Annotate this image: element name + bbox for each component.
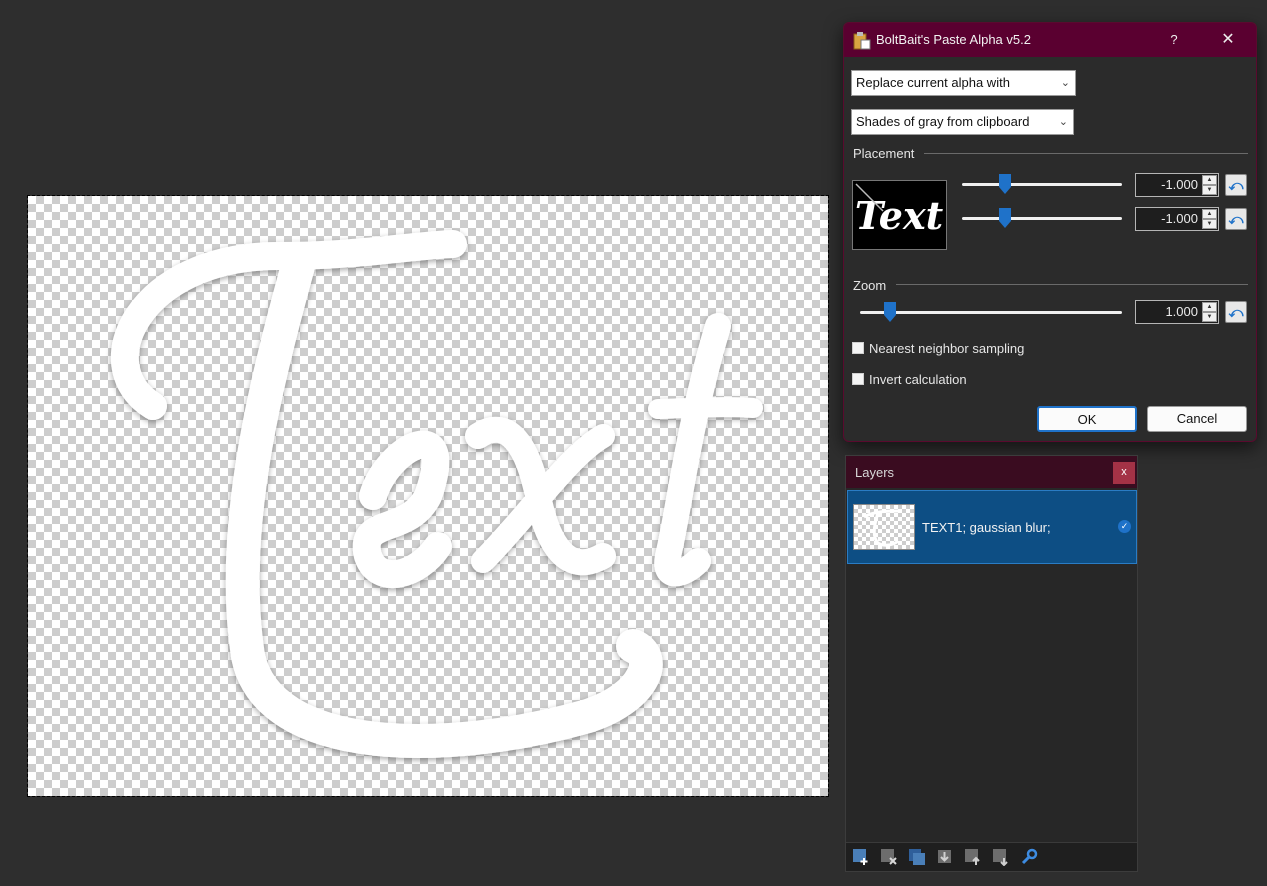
layer-name: TEXT1; gaussian blur; xyxy=(922,520,1051,535)
decrement-icon[interactable]: ▼ xyxy=(1202,312,1217,322)
placement-x-value: -1.000 xyxy=(1161,177,1198,192)
layers-header[interactable]: Layers x xyxy=(846,456,1137,488)
checkbox-box[interactable] xyxy=(852,342,864,354)
decrement-icon[interactable]: ▼ xyxy=(1202,185,1217,195)
layer-row[interactable]: TEXT1; gaussian blur; ✓ xyxy=(847,490,1137,564)
alpha-source-value: Shades of gray from clipboard xyxy=(856,114,1030,129)
image-canvas[interactable] xyxy=(27,195,829,797)
placement-x-track[interactable] xyxy=(962,183,1122,186)
reset-x-button[interactable]: ⤺ xyxy=(1225,174,1247,196)
dialog-titlebar[interactable]: BoltBait's Paste Alpha v5.2 ? ✕ xyxy=(844,23,1256,57)
chevron-down-icon: ⌄ xyxy=(1060,77,1070,89)
zoom-value: 1.000 xyxy=(1165,304,1198,319)
increment-icon[interactable]: ▲ xyxy=(1202,209,1217,219)
invert-checkbox[interactable]: Invert calculation xyxy=(852,372,967,387)
invert-label: Invert calculation xyxy=(869,372,967,387)
layer-thumbnail xyxy=(853,504,915,550)
decrement-icon[interactable]: ▼ xyxy=(1202,219,1217,229)
reset-icon: ⤺ xyxy=(1228,304,1244,320)
placement-preview[interactable]: Text xyxy=(852,180,947,250)
alpha-source-select[interactable]: Shades of gray from clipboard ⌄ xyxy=(851,109,1074,135)
checkbox-box[interactable] xyxy=(852,373,864,385)
layers-title: Layers xyxy=(855,465,895,480)
clipboard-icon xyxy=(853,32,871,53)
paste-alpha-dialog: BoltBait's Paste Alpha v5.2 ? ✕ Replace … xyxy=(843,22,1257,442)
help-button[interactable]: ? xyxy=(1162,29,1186,51)
duplicate-layer-icon[interactable] xyxy=(908,848,926,866)
canvas-text-art xyxy=(111,230,763,758)
preview-text: Text xyxy=(855,193,944,238)
nearest-neighbor-checkbox[interactable]: Nearest neighbor sampling xyxy=(852,341,1024,356)
placement-x-input[interactable]: -1.000 ▲ ▼ xyxy=(1135,173,1219,197)
close-button[interactable]: ✕ xyxy=(1216,29,1240,51)
zoom-input[interactable]: 1.000 ▲ ▼ xyxy=(1135,300,1219,324)
reset-zoom-button[interactable]: ⤺ xyxy=(1225,301,1247,323)
placement-y-input[interactable]: -1.000 ▲ ▼ xyxy=(1135,207,1219,231)
alpha-mode-select[interactable]: Replace current alpha with ⌄ xyxy=(851,70,1076,96)
reset-icon: ⤺ xyxy=(1228,211,1244,227)
placement-divider xyxy=(924,153,1248,154)
zoom-track[interactable] xyxy=(860,311,1122,314)
ok-button[interactable]: OK xyxy=(1037,406,1137,432)
chevron-down-icon: ⌄ xyxy=(1058,116,1068,128)
placement-x-thumb[interactable] xyxy=(999,174,1011,194)
layers-close-button[interactable]: x xyxy=(1113,462,1135,484)
move-down-icon[interactable] xyxy=(992,848,1010,867)
merge-down-icon[interactable] xyxy=(936,848,954,866)
delete-layer-icon[interactable] xyxy=(880,848,898,866)
layers-panel: Layers x TEXT1; gaussian blur; ✓ xyxy=(845,455,1138,872)
placement-label: Placement xyxy=(853,146,915,161)
cancel-button[interactable]: Cancel xyxy=(1147,406,1247,432)
placement-y-thumb[interactable] xyxy=(999,208,1011,228)
placement-y-track[interactable] xyxy=(962,217,1122,220)
properties-icon[interactable] xyxy=(1020,848,1038,866)
zoom-label: Zoom xyxy=(853,278,887,293)
layers-toolbar xyxy=(846,842,1137,871)
reset-icon: ⤺ xyxy=(1228,177,1244,193)
reset-y-button[interactable]: ⤺ xyxy=(1225,208,1247,230)
dialog-title: BoltBait's Paste Alpha v5.2 xyxy=(876,32,1031,47)
placement-y-value: -1.000 xyxy=(1161,211,1198,226)
move-up-icon[interactable] xyxy=(964,848,982,866)
zoom-thumb[interactable] xyxy=(884,302,896,322)
increment-icon[interactable]: ▲ xyxy=(1202,175,1217,185)
layer-visibility-checkbox[interactable]: ✓ xyxy=(1118,520,1131,533)
increment-icon[interactable]: ▲ xyxy=(1202,302,1217,312)
nearest-neighbor-label: Nearest neighbor sampling xyxy=(869,341,1025,356)
add-layer-icon[interactable] xyxy=(852,848,870,866)
alpha-mode-value: Replace current alpha with xyxy=(856,75,1010,90)
zoom-divider xyxy=(896,284,1248,285)
